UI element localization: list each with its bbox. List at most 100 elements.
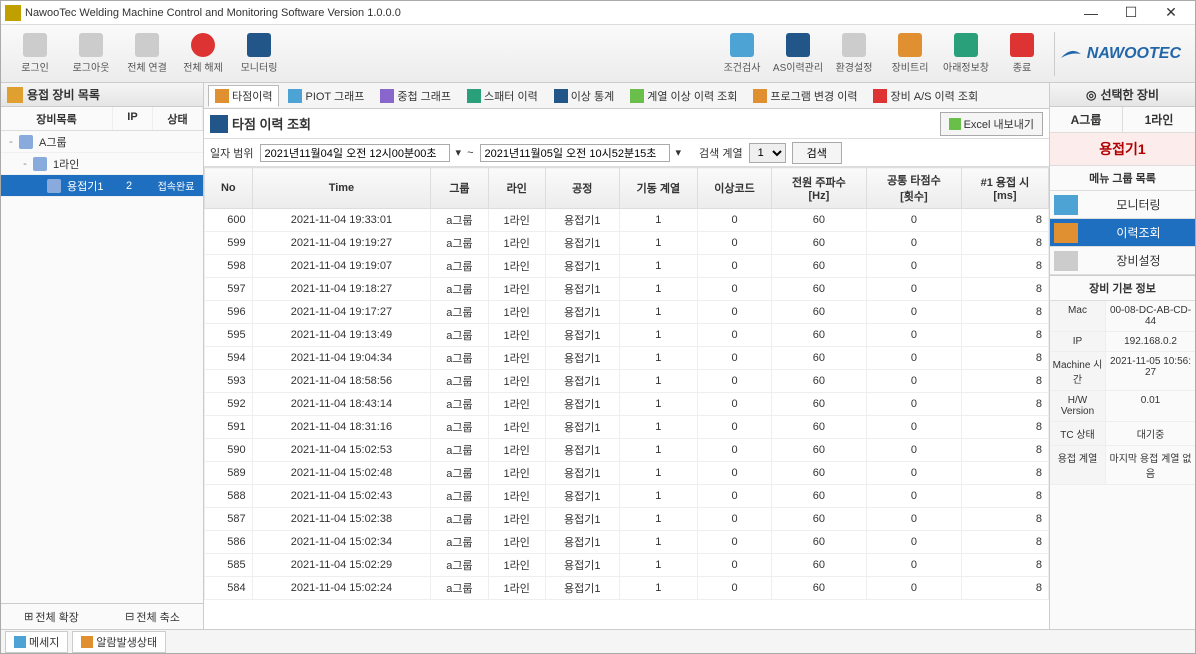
table-row[interactable]: 5952021-11-04 19:13:49a그룹1라인용접기1106008 (205, 324, 1049, 347)
condition-check-button[interactable]: 조건검사 (714, 29, 770, 79)
table-row[interactable]: 5932021-11-04 18:58:56a그룹1라인용접기1106008 (205, 370, 1049, 393)
column-header[interactable]: #1 용접 시[ms] (961, 168, 1048, 209)
stop-icon (191, 33, 215, 57)
app-window: NawooTec Welding Machine Control and Mon… (0, 0, 1196, 654)
table-row[interactable]: 5902021-11-04 15:02:53a그룹1라인용접기1106008 (205, 439, 1049, 462)
tree-body: -A그룹-1라인용접기12접속완료 (1, 131, 203, 603)
table-row[interactable]: 5882021-11-04 15:02:43a그룹1라인용접기1106008 (205, 485, 1049, 508)
info-window-button[interactable]: 아래정보창 (938, 29, 994, 79)
minimize-button[interactable]: — (1071, 3, 1111, 23)
tab-label: PIOT 그래프 (305, 88, 364, 104)
grid-scroll[interactable]: NoTime그룹라인공정기동 계열이상코드전원 주파수[Hz]공통 타점수[횟수… (204, 167, 1049, 613)
menu-item[interactable]: 이력조회 (1050, 219, 1195, 247)
tab-messages[interactable]: 메세지 (5, 631, 68, 653)
bc-line: 1라인 (1123, 107, 1195, 132)
close-button[interactable]: ✕ (1151, 3, 1191, 23)
logout-button[interactable]: 로그아웃 (63, 29, 119, 79)
sub-tab[interactable]: 스패터 이력 (460, 85, 545, 107)
dropdown-icon[interactable]: ▾ (676, 146, 682, 159)
column-header[interactable]: 이상코드 (698, 168, 772, 209)
node-icon (33, 157, 47, 171)
table-row[interactable]: 6002021-11-04 19:33:01a그룹1라인용접기1106008 (205, 209, 1049, 232)
sub-tab[interactable]: 계열 이상 이력 조회 (623, 85, 744, 107)
tab-icon (630, 89, 644, 103)
user-off-icon (79, 33, 103, 57)
dropdown-icon[interactable]: ▾ (456, 146, 462, 159)
play-icon (135, 33, 159, 57)
info-value: 마지막 용접 계열 없음 (1106, 446, 1195, 484)
target-icon: ◎ (1086, 88, 1096, 102)
bc-group: A그룹 (1050, 107, 1123, 132)
table-row[interactable]: 5942021-11-04 19:04:34a그룹1라인용접기1106008 (205, 347, 1049, 370)
info-key: IP (1050, 332, 1106, 351)
sub-tab[interactable]: PIOT 그래프 (281, 85, 371, 107)
maximize-button[interactable]: ☐ (1111, 3, 1151, 23)
horizontal-scrollbar[interactable] (204, 613, 1049, 629)
breadcrumb: A그룹 1라인 (1050, 107, 1195, 133)
column-header[interactable]: Time (252, 168, 431, 209)
disconnect-all-button[interactable]: 전체 해제 (175, 29, 231, 79)
table-row[interactable]: 5922021-11-04 18:43:14a그룹1라인용접기1106008 (205, 393, 1049, 416)
table-row[interactable]: 5972021-11-04 19:18:27a그룹1라인용접기1106008 (205, 278, 1049, 301)
sub-tab[interactable]: 프로그램 변경 이력 (746, 85, 864, 107)
tree-row[interactable]: -1라인 (1, 153, 203, 175)
sub-tab[interactable]: 중첩 그래프 (373, 85, 458, 107)
sub-tab[interactable]: 장비 A/S 이력 조회 (866, 85, 985, 107)
equip-tree-button[interactable]: 장비트리 (882, 29, 938, 79)
column-header[interactable]: 라인 (488, 168, 545, 209)
date-to-input[interactable] (480, 144, 670, 162)
date-from-input[interactable] (260, 144, 450, 162)
column-header[interactable]: 공정 (545, 168, 619, 209)
menu-item[interactable]: 모니터링 (1050, 191, 1195, 219)
selected-equipment-panel: ◎ 선택한 장비 A그룹 1라인 용접기1 메뉴 그룹 목록 모니터링이력조회장… (1049, 83, 1195, 629)
login-button[interactable]: 로그인 (7, 29, 63, 79)
table-row[interactable]: 5992021-11-04 19:19:27a그룹1라인용접기1106008 (205, 232, 1049, 255)
column-header[interactable]: 공통 타점수[횟수] (866, 168, 961, 209)
tree-toggle-icon[interactable]: - (19, 158, 31, 170)
table-row[interactable]: 5982021-11-04 19:19:07a그룹1라인용접기1106008 (205, 255, 1049, 278)
sub-tab[interactable]: 이상 통계 (547, 85, 622, 107)
table-row[interactable]: 5912021-11-04 18:31:16a그룹1라인용접기1106008 (205, 416, 1049, 439)
column-header[interactable]: 전원 주파수[Hz] (771, 168, 866, 209)
info-row: Machine 시간2021-11-05 10:56:27 (1050, 352, 1195, 391)
logo-swoosh-icon (1059, 41, 1083, 67)
tab-alarm-status[interactable]: 알람발생상태 (72, 631, 166, 653)
info-value: 2021-11-05 10:56:27 (1106, 352, 1195, 390)
column-header[interactable]: 그룹 (431, 168, 488, 209)
connect-all-button[interactable]: 전체 연결 (119, 29, 175, 79)
monitoring-button[interactable]: 모니터링 (231, 29, 287, 79)
collapse-icon: ⊟ (125, 610, 134, 623)
as-history-button[interactable]: AS이력관리 (770, 29, 826, 79)
menu-label: 이력조회 (1082, 224, 1195, 241)
window-title: NawooTec Welding Machine Control and Mon… (25, 7, 1071, 19)
collapse-all-button[interactable]: ⊟전체 축소 (102, 604, 203, 629)
tree-row[interactable]: -A그룹 (1, 131, 203, 153)
table-row[interactable]: 5862021-11-04 15:02:34a그룹1라인용접기1106008 (205, 531, 1049, 554)
expand-all-button[interactable]: ⊞전체 확장 (1, 604, 102, 629)
menu-item[interactable]: 장비설정 (1050, 247, 1195, 275)
info-value: 0.01 (1106, 391, 1195, 421)
search-button[interactable]: 검색 (792, 142, 842, 164)
tree-toggle-icon[interactable]: - (5, 136, 17, 148)
settings-button[interactable]: 환경설정 (826, 29, 882, 79)
exit-button[interactable]: 종료 (994, 29, 1050, 79)
info-row: IP192.168.0.2 (1050, 332, 1195, 352)
table-row[interactable]: 5892021-11-04 15:02:48a그룹1라인용접기1106008 (205, 462, 1049, 485)
menu-icon (1054, 223, 1078, 243)
table-row[interactable]: 5872021-11-04 15:02:38a그룹1라인용접기1106008 (205, 508, 1049, 531)
column-header[interactable]: 기동 계열 (619, 168, 698, 209)
sub-tab[interactable]: 타점이력 (208, 85, 279, 107)
user-icon (23, 33, 47, 57)
col-status: 상태 (153, 107, 203, 130)
search-column-select[interactable]: 1 (749, 143, 786, 163)
equipment-list-header: 용접 장비 목록 (1, 83, 203, 107)
table-row[interactable]: 5852021-11-04 15:02:29a그룹1라인용접기1106008 (205, 554, 1049, 577)
table-row[interactable]: 5842021-11-04 15:02:24a그룹1라인용접기1106008 (205, 577, 1049, 600)
column-header[interactable]: No (205, 168, 253, 209)
tree-row[interactable]: 용접기12접속완료 (1, 175, 203, 197)
monitor-icon (247, 33, 271, 57)
excel-export-button[interactable]: Excel 내보내기 (940, 112, 1043, 136)
welder-name: 용접기1 (1050, 133, 1195, 166)
table-row[interactable]: 5962021-11-04 19:17:27a그룹1라인용접기1106008 (205, 301, 1049, 324)
message-icon (14, 636, 26, 648)
